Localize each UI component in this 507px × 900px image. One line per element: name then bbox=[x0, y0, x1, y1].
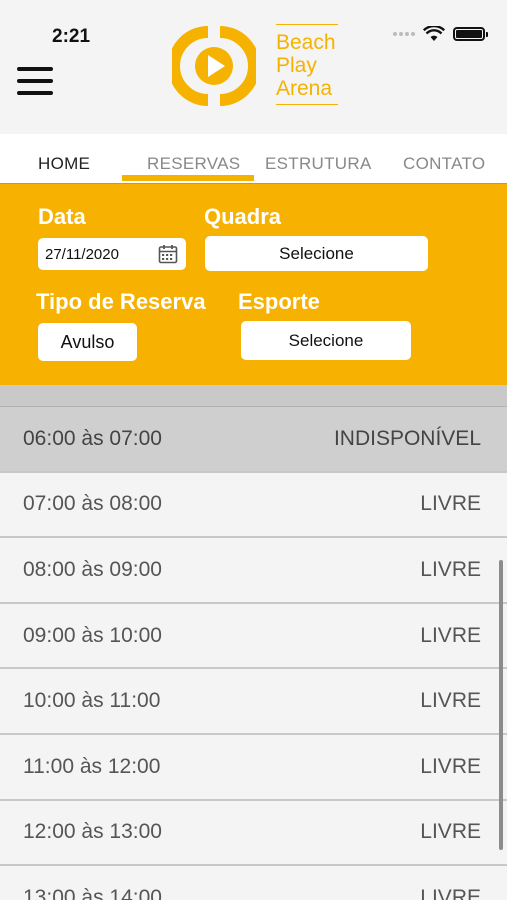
time-slot-row[interactable]: 11:00 às 12:00 LIVRE bbox=[0, 734, 507, 801]
time-slot-row[interactable]: 07:00 às 08:00 LIVRE bbox=[0, 472, 507, 539]
hamburger-icon bbox=[17, 67, 53, 71]
slot-time: 09:00 às 10:00 bbox=[23, 623, 162, 647]
date-field[interactable]: 27/11/2020 bbox=[38, 238, 186, 270]
reservation-type-label: Tipo de Reserva bbox=[36, 289, 206, 314]
sport-select[interactable]: Selecione bbox=[241, 321, 411, 360]
logo-line-1: Beach bbox=[276, 31, 336, 54]
time-slot-row[interactable]: 13:00 às 14:00 LIVRE bbox=[0, 866, 507, 900]
date-value: 27/11/2020 bbox=[45, 245, 119, 263]
logo-text: Beach Play Arena bbox=[276, 24, 338, 105]
time-slot-row[interactable]: 06:00 às 07:00 INDISPONÍVEL bbox=[0, 407, 507, 473]
slot-time: 10:00 às 11:00 bbox=[23, 689, 161, 713]
play-logo-icon bbox=[172, 26, 256, 106]
slot-status: LIVRE bbox=[420, 754, 481, 778]
slot-status: INDISPONÍVEL bbox=[333, 426, 481, 450]
logo-line-2: Play bbox=[276, 54, 317, 77]
slot-status: LIVRE bbox=[420, 623, 481, 647]
status-icons bbox=[393, 26, 488, 42]
signal-icon bbox=[393, 32, 415, 36]
time-slot-row[interactable]: 09:00 às 10:00 LIVRE bbox=[0, 603, 507, 670]
calendar-icon[interactable] bbox=[158, 244, 178, 264]
date-label: Data bbox=[38, 204, 86, 229]
slot-status: LIVRE bbox=[420, 492, 481, 516]
sport-label: Esporte bbox=[238, 289, 320, 314]
schedule-list[interactable]: 06:00 às 07:00 INDISPONÍVEL 07:00 às 08:… bbox=[0, 385, 507, 900]
logo: Beach Play Arena bbox=[172, 24, 342, 108]
slot-time: 11:00 às 12:00 bbox=[23, 754, 161, 778]
tab-indicator bbox=[122, 175, 254, 181]
time-slot-row[interactable]: 10:00 às 11:00 LIVRE bbox=[0, 669, 507, 735]
menu-button[interactable] bbox=[17, 67, 53, 95]
list-header bbox=[0, 385, 507, 407]
slot-status: LIVRE bbox=[420, 689, 481, 713]
slot-time: 13:00 às 14:00 bbox=[23, 885, 162, 900]
scrollbar[interactable] bbox=[499, 560, 503, 850]
slot-time: 12:00 às 13:00 bbox=[23, 820, 162, 844]
tab-reservas[interactable]: RESERVAS bbox=[147, 154, 240, 174]
tab-home[interactable]: HOME bbox=[38, 154, 90, 174]
slot-status: LIVRE bbox=[420, 557, 481, 581]
slot-time: 07:00 às 08:00 bbox=[23, 492, 162, 516]
logo-line-3: Arena bbox=[276, 77, 333, 100]
tab-contato[interactable]: CONTATO bbox=[403, 154, 485, 174]
slot-time: 06:00 às 07:00 bbox=[23, 426, 162, 450]
time-slot-row[interactable]: 08:00 às 09:00 LIVRE bbox=[0, 538, 507, 604]
filter-panel: Data 27/11/2020 Quadra Selecione Tipo de… bbox=[0, 184, 507, 385]
slot-time: 08:00 às 09:00 bbox=[23, 557, 162, 581]
court-select[interactable]: Selecione bbox=[205, 236, 428, 271]
reservation-type-select[interactable]: Avulso bbox=[38, 323, 137, 361]
tab-bar: HOME RESERVAS ESTRUTURA CONTATO bbox=[0, 134, 507, 184]
wifi-icon bbox=[423, 26, 445, 41]
battery-icon bbox=[453, 27, 488, 41]
court-label: Quadra bbox=[204, 204, 282, 229]
tab-estrutura[interactable]: ESTRUTURA bbox=[265, 154, 372, 174]
slot-status: LIVRE bbox=[420, 820, 481, 844]
status-time: 2:21 bbox=[52, 26, 91, 47]
slot-status: LIVRE bbox=[420, 885, 481, 900]
time-slot-row[interactable]: 12:00 às 13:00 LIVRE bbox=[0, 800, 507, 867]
